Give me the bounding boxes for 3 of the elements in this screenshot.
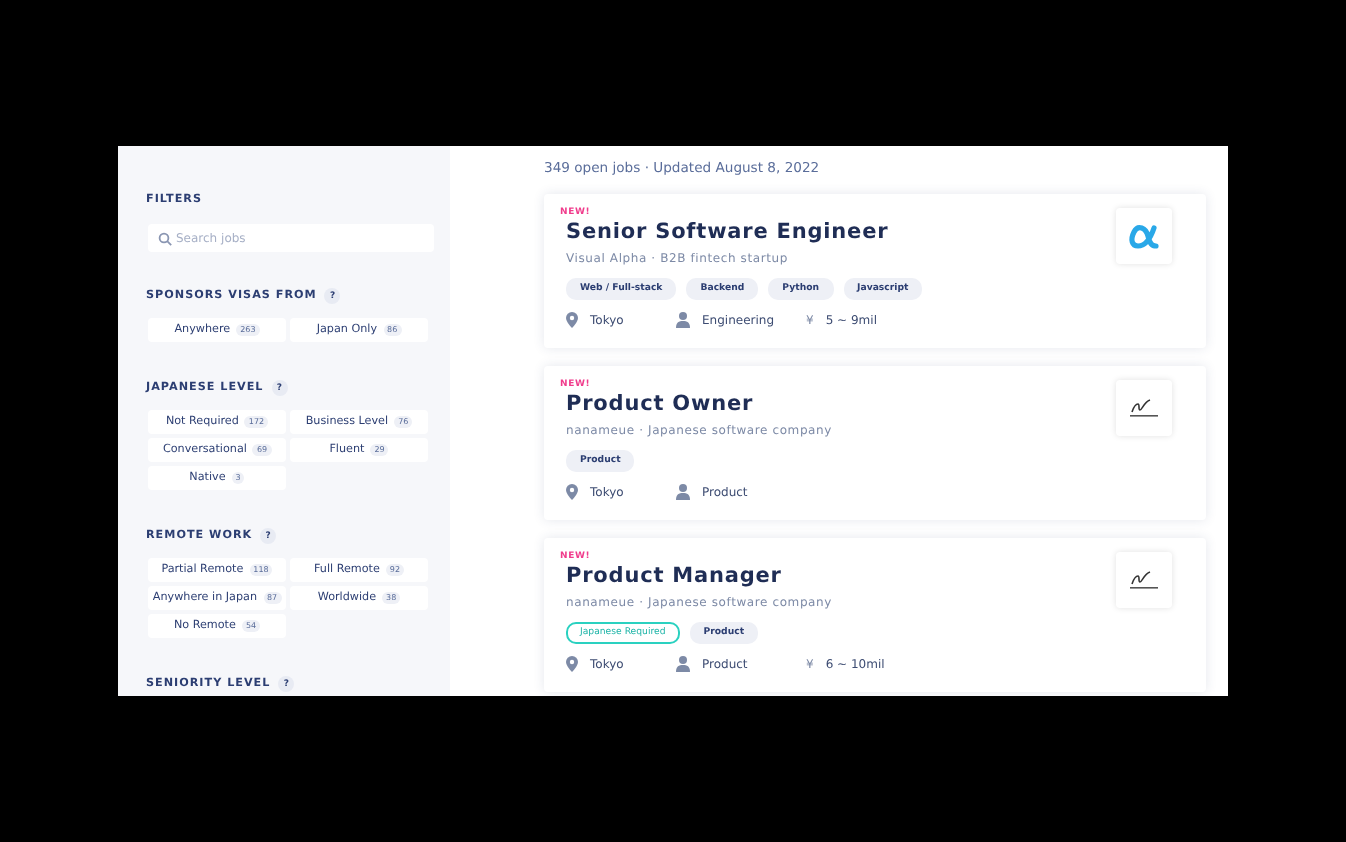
job-title[interactable]: Product Manager — [566, 564, 885, 588]
job-title[interactable]: Senior Software Engineer — [566, 220, 923, 244]
job-title[interactable]: Product Owner — [566, 392, 832, 416]
